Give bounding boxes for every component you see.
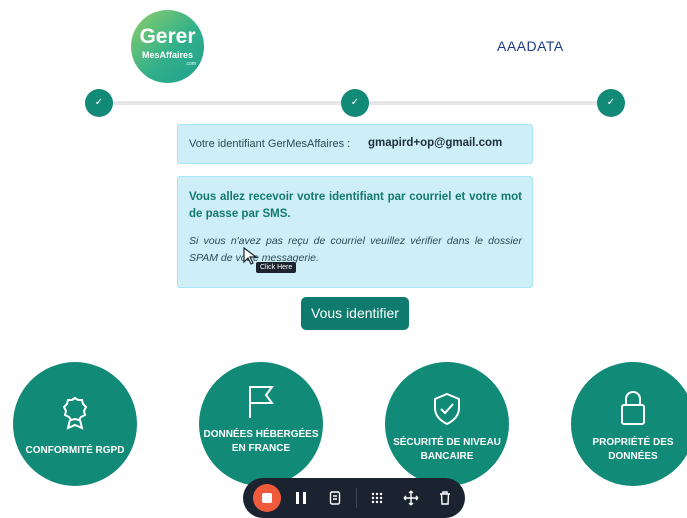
step-3-complete-icon: ✓ xyxy=(597,89,625,117)
pause-icon xyxy=(296,492,306,504)
trash-icon xyxy=(440,491,450,505)
identifier-panel: Votre identifiant GerMesAffaires : gmapi… xyxy=(177,124,533,164)
step-2-complete-icon: ✓ xyxy=(341,89,369,117)
grid-dots-icon xyxy=(371,492,383,504)
feature-bank-security: SÉCURITÉ DE NIVEAU BANCAIRE xyxy=(385,362,509,486)
shield-check-icon xyxy=(434,392,460,426)
identifier-label: Votre identifiant GerMesAffaires : xyxy=(189,138,351,150)
delete-button[interactable] xyxy=(433,486,457,510)
feature-data-ownership: PROPRIÉTÉ DES DONNÉES xyxy=(571,362,687,486)
info-panel: Vous allez recevoir votre identifiant pa… xyxy=(177,176,533,288)
click-here-tooltip: Click Here xyxy=(256,262,297,273)
info-message-spam-hint: Si vous n'avez pas reçu de courriel veui… xyxy=(189,235,522,264)
logo-text-domain: .com xyxy=(185,61,196,67)
pause-button[interactable] xyxy=(289,486,313,510)
gerer-mes-affaires-logo: Gerer MesAffaires .com xyxy=(131,10,204,83)
award-ribbon-icon xyxy=(62,396,88,430)
padlock-icon xyxy=(621,390,645,425)
step-1-complete-icon: ✓ xyxy=(85,89,113,117)
feature-gdpr: CONFORMITÉ RGPD xyxy=(13,362,137,486)
stop-record-button[interactable] xyxy=(253,484,281,512)
logo-text-main: Gerer xyxy=(139,25,196,48)
feature-data-ownership-label: PROPRIÉTÉ DES DONNÉES xyxy=(592,437,674,462)
toolbar-divider xyxy=(356,488,357,508)
feature-bank-security-label: SÉCURITÉ DE NIVEAU BANCAIRE xyxy=(393,437,501,462)
notes-icon xyxy=(329,491,341,505)
aaadata-logo: AAADATA xyxy=(497,38,564,54)
info-message-strong: Vous allez recevoir votre identifiant pa… xyxy=(189,191,522,220)
feature-gdpr-label: CONFORMITÉ RGPD xyxy=(25,445,125,456)
notes-button[interactable] xyxy=(323,486,347,510)
logo-text-sub: MesAffaires xyxy=(141,50,194,60)
identifier-value: gmapird+op@gmail.com xyxy=(368,137,503,149)
flag-icon xyxy=(249,386,274,418)
identify-button[interactable]: Vous identifier xyxy=(301,297,409,330)
move-button[interactable] xyxy=(399,486,423,510)
grid-button[interactable] xyxy=(365,486,389,510)
stop-icon xyxy=(262,493,272,503)
feature-hosting-france-label: DONNÉES HÉBERGÉES EN FRANCE xyxy=(203,429,319,454)
move-arrows-icon xyxy=(403,490,419,506)
recorder-toolbar xyxy=(243,478,465,518)
feature-hosting-france: DONNÉES HÉBERGÉES EN FRANCE xyxy=(199,362,323,486)
